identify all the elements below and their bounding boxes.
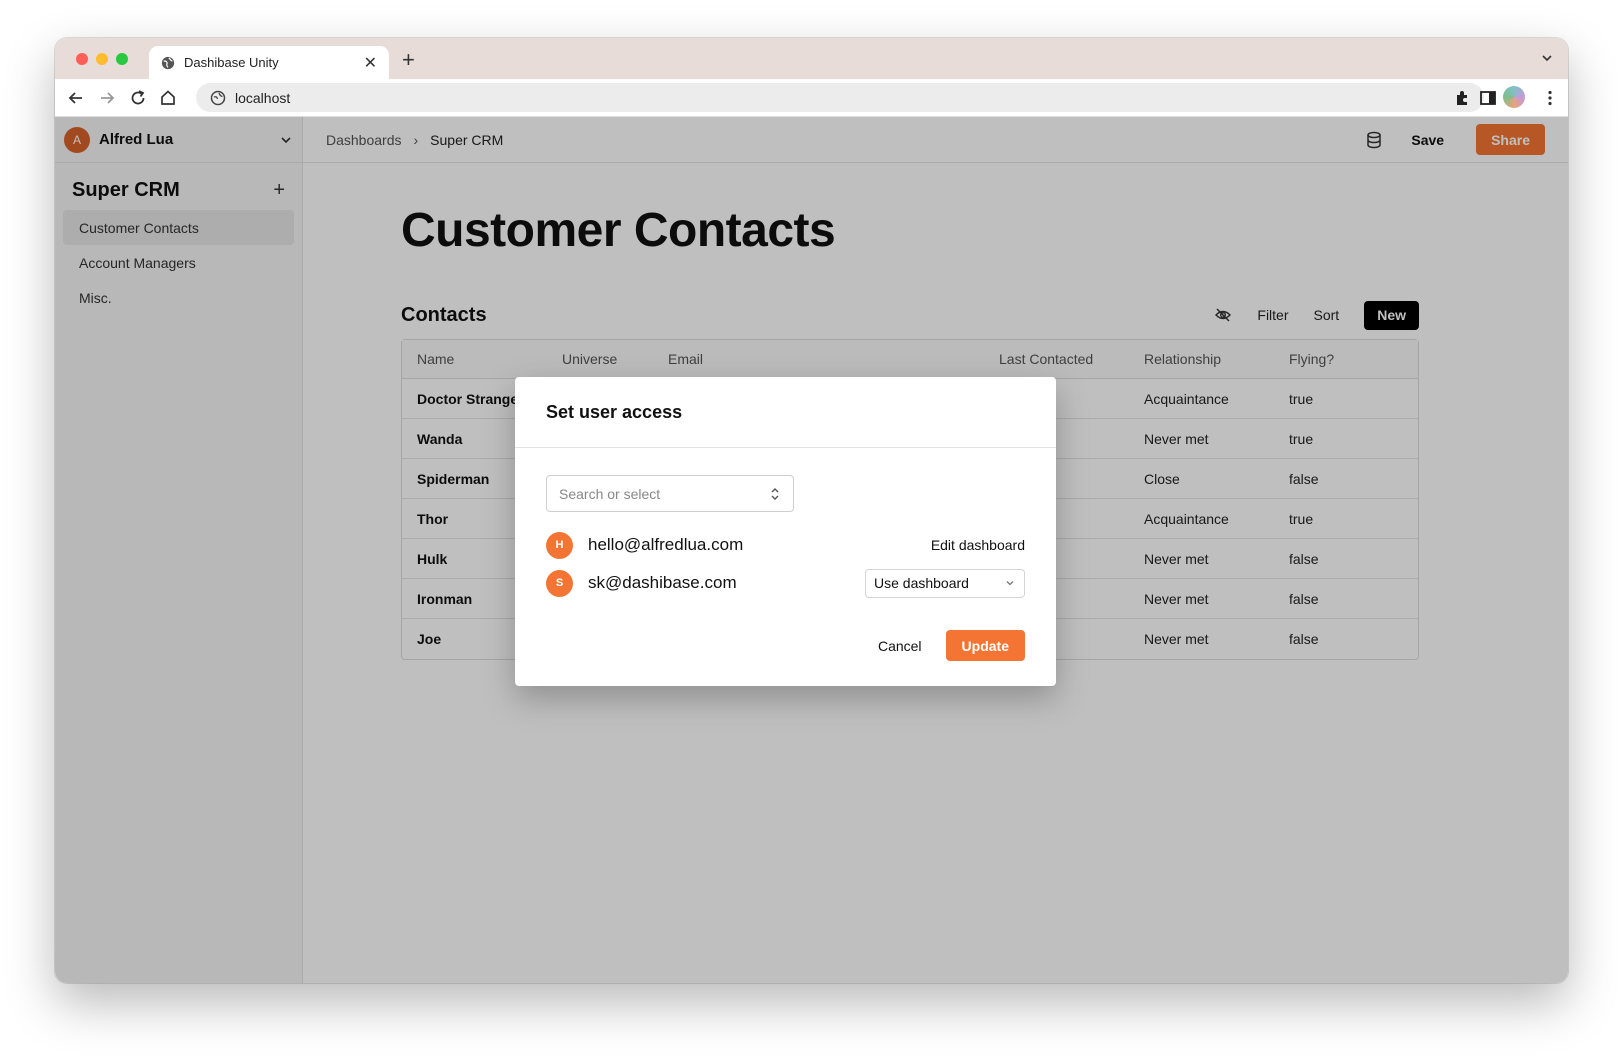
- user-email: hello@alfredlua.com: [588, 535, 744, 554]
- maximize-window-button[interactable]: [116, 53, 128, 65]
- browser-toolbar: localhost: [55, 79, 1568, 117]
- user-avatar: H: [546, 531, 573, 559]
- user-access-row: H hello@alfredlua.com Edit dashboard: [546, 530, 1025, 560]
- minimize-window-button[interactable]: [96, 53, 108, 65]
- home-icon[interactable]: [158, 88, 178, 108]
- url-text: localhost: [235, 89, 291, 106]
- profile-avatar[interactable]: [1503, 86, 1525, 108]
- user-access-modal: Set user access Search or select H hello…: [515, 377, 1056, 686]
- chevron-down-icon[interactable]: [1540, 51, 1554, 65]
- chevron-down-icon: [1006, 581, 1014, 586]
- cancel-button[interactable]: Cancel: [878, 638, 922, 654]
- permission-select[interactable]: Use dashboard: [865, 568, 1025, 598]
- permission-select-value: Use dashboard: [874, 575, 969, 591]
- side-panel-icon[interactable]: [1478, 88, 1498, 108]
- reload-icon[interactable]: [128, 88, 148, 108]
- user-avatar: S: [546, 569, 573, 597]
- browser-tab[interactable]: Dashibase Unity ✕: [149, 46, 389, 79]
- back-arrow-icon[interactable]: [66, 88, 86, 108]
- user-search-select[interactable]: Search or select: [546, 475, 794, 512]
- permission-label: Edit dashboard: [930, 537, 1025, 553]
- address-bar[interactable]: localhost: [196, 83, 1484, 112]
- site-info-icon[interactable]: [210, 90, 226, 106]
- extensions-icon[interactable]: [1452, 88, 1472, 108]
- modal-actions: Cancel Update: [878, 630, 1025, 661]
- update-button[interactable]: Update: [945, 630, 1025, 661]
- kebab-menu-icon[interactable]: [1540, 88, 1560, 108]
- up-down-chevron-icon: [771, 487, 779, 500]
- tab-title: Dashibase Unity: [184, 55, 279, 70]
- forward-arrow-icon[interactable]: [97, 88, 117, 108]
- new-tab-icon[interactable]: +: [402, 47, 415, 73]
- close-tab-icon[interactable]: ✕: [364, 53, 377, 73]
- search-placeholder: Search or select: [559, 485, 661, 502]
- globe-icon: [161, 56, 175, 69]
- close-window-button[interactable]: [76, 53, 88, 65]
- user-access-row: S sk@dashibase.com Use dashboard: [546, 568, 1025, 598]
- tab-strip: Dashibase Unity ✕ +: [55, 38, 1568, 79]
- browser-window: Dashibase Unity ✕ + localhost A Alfred L…: [55, 38, 1568, 983]
- modal-title: Set user access: [515, 377, 1056, 448]
- user-email: sk@dashibase.com: [588, 573, 737, 592]
